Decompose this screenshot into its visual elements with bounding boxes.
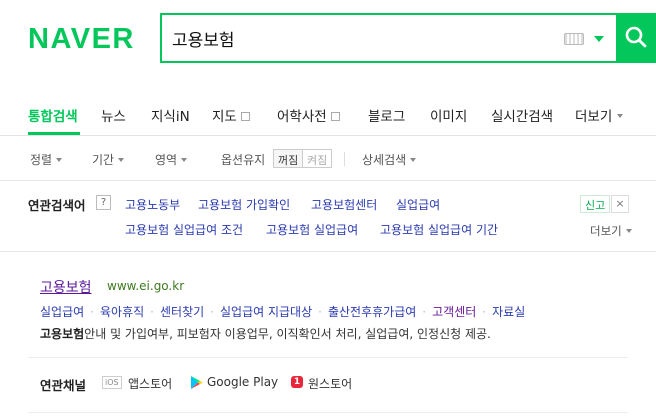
related-keyword[interactable]: 고용보험 실업급여 기간 — [380, 221, 498, 238]
chevron-down-icon — [181, 158, 188, 162]
separator-dot: · — [422, 305, 427, 319]
tab-more-label: 더보기 — [575, 109, 613, 125]
related-keywords-section: 연관검색어 ? 고용노동부 고용보험 가입확인 고용보험센터 실업급여 고용보험… — [0, 182, 656, 252]
separator-dot: · — [90, 305, 94, 319]
external-window-icon — [240, 112, 250, 121]
result-title-link[interactable]: 고용보험 — [40, 277, 92, 297]
one-store-icon: 1 — [291, 376, 303, 388]
related-more-label: 더보기 — [590, 224, 622, 238]
search-options-bar: 정렬 기간 영역 옵션유지 꺼짐 켜짐 상세검색 — [0, 137, 656, 181]
tab-realtime[interactable]: 실시간검색 — [491, 105, 553, 125]
related-keyword[interactable]: 고용보험 실업급여 조건 — [125, 221, 243, 238]
related-keyword[interactable]: 실업급여 — [396, 196, 440, 213]
separator-dot: · — [210, 305, 214, 319]
sitelink[interactable]: 자료실 — [492, 305, 525, 319]
search-tabs: 통합검색 뉴스 지식iN 지도 어학사전 블로그 이미지 실시간검색 더보기 — [0, 92, 656, 136]
separator-dot: · — [482, 305, 487, 319]
naver-logo[interactable]: NAVER — [28, 23, 135, 56]
sitelink[interactable]: 육아휴직 — [100, 305, 144, 319]
related-keyword[interactable]: 고용보험 가입확인 — [198, 196, 290, 213]
result-description-highlight: 고용보험 — [40, 327, 85, 341]
tab-image[interactable]: 이미지 — [430, 105, 467, 125]
option-keep-off-toggle[interactable]: 꺼짐 — [273, 149, 304, 168]
tab-integrated[interactable]: 통합검색 — [28, 105, 78, 125]
related-keywords-title: 연관검색어 — [28, 198, 86, 213]
related-keyword[interactable]: 고용보험센터 — [311, 196, 377, 213]
tab-kin[interactable]: 지식iN — [151, 105, 190, 125]
divider — [28, 357, 628, 358]
search-button[interactable] — [616, 13, 656, 63]
close-icon[interactable]: × — [611, 195, 629, 213]
tab-map[interactable]: 지도 — [212, 105, 250, 125]
sitelinks: 실업급여 · 육아휴직 · 센터찾기 · 실업급여 지급대상 · 출산전후휴가급여 · 고객센터 · 자… — [40, 303, 525, 320]
divider — [344, 152, 345, 166]
report-button[interactable]: 신고 — [580, 195, 611, 213]
app-store-link[interactable]: 앱스토어 — [128, 375, 172, 392]
related-keyword[interactable]: 고용노동부 — [125, 196, 180, 213]
autocomplete-toggle-icon[interactable] — [594, 36, 604, 42]
period-label: 기간 — [92, 153, 115, 167]
sitelink[interactable]: 고객센터 — [432, 305, 476, 319]
period-dropdown[interactable]: 기간 — [92, 151, 125, 168]
area-dropdown[interactable]: 영역 — [155, 151, 188, 168]
google-play-link[interactable]: Google Play — [207, 375, 278, 389]
related-more-button[interactable]: 더보기 — [590, 223, 632, 239]
tab-news[interactable]: 뉴스 — [101, 105, 126, 125]
search-icon — [625, 26, 647, 48]
related-channels-title: 연관채널 — [40, 378, 87, 393]
separator-dot: · — [318, 305, 322, 319]
result-description: 고용보험안내 및 가입여부, 피보험자 이용업무, 이직확인서 처리, 실업급여… — [40, 325, 491, 342]
tab-more[interactable]: 더보기 — [575, 105, 624, 125]
chevron-down-icon — [118, 158, 125, 162]
chevron-down-icon — [625, 229, 632, 233]
option-keep-label: 옵션유지 — [221, 153, 266, 167]
detail-search-label: 상세검색 — [362, 153, 407, 167]
sort-dropdown[interactable]: 정렬 — [30, 151, 63, 168]
google-play-icon — [191, 376, 203, 389]
tab-map-label: 지도 — [212, 109, 237, 125]
ios-icon: iOS — [102, 376, 122, 389]
sitelink[interactable]: 센터찾기 — [160, 305, 204, 319]
external-window-icon — [330, 112, 340, 121]
search-box[interactable] — [160, 13, 620, 63]
search-input[interactable] — [172, 24, 542, 52]
tab-blog[interactable]: 블로그 — [368, 105, 405, 125]
tab-dictionary[interactable]: 어학사전 — [277, 105, 340, 125]
option-keep-on-toggle[interactable]: 켜짐 — [303, 149, 333, 168]
help-icon[interactable]: ? — [96, 195, 111, 210]
active-tab-indicator — [28, 132, 80, 135]
related-keyword[interactable]: 고용보험 실업급여 — [266, 221, 358, 238]
sitelink[interactable]: 실업급여 — [40, 305, 84, 319]
result-description-text: 안내 및 가입여부, 피보험자 이용업무, 이직확인서 처리, 실업급여, 인정… — [84, 327, 491, 341]
detail-search-dropdown[interactable]: 상세검색 — [362, 151, 417, 168]
one-store-link[interactable]: 원스토어 — [308, 375, 352, 392]
sitelink[interactable]: 출산전후휴가급여 — [328, 305, 416, 319]
chevron-down-icon — [617, 114, 624, 118]
area-label: 영역 — [155, 153, 178, 167]
keyboard-icon[interactable] — [564, 33, 584, 45]
result-url-link[interactable]: www.ei.go.kr — [107, 279, 184, 293]
separator-dot: · — [150, 305, 154, 319]
sitelink[interactable]: 실업급여 지급대상 — [220, 305, 312, 319]
sort-label: 정렬 — [30, 153, 53, 167]
divider — [28, 412, 628, 413]
chevron-down-icon — [56, 158, 63, 162]
tab-dictionary-label: 어학사전 — [277, 109, 327, 125]
chevron-down-icon — [410, 158, 417, 162]
